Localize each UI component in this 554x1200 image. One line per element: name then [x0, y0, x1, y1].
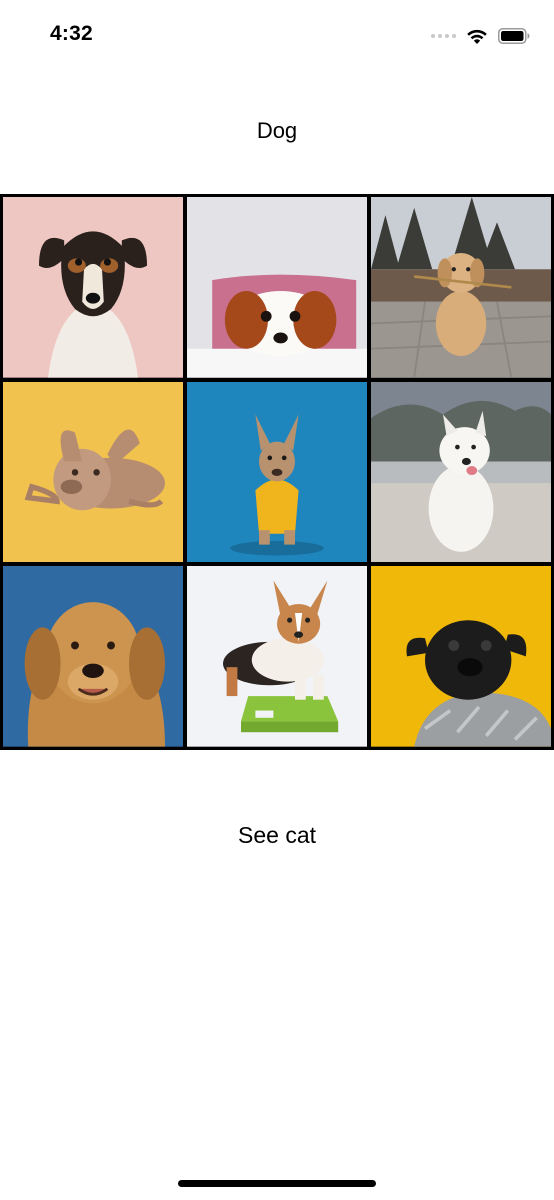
see-cat-button[interactable]: See cat	[0, 822, 554, 849]
dog-photo-2[interactable]	[187, 197, 367, 378]
status-time: 4:32	[50, 22, 93, 45]
dog-photo-2-image	[187, 197, 367, 378]
dog-photo-4[interactable]	[3, 381, 183, 563]
dog-photo-9-image	[371, 566, 551, 747]
status-icons	[431, 24, 530, 48]
dog-photo-6[interactable]	[371, 381, 551, 563]
dog-photo-5-image	[187, 381, 367, 563]
cellular-signal-icon	[431, 34, 456, 38]
dog-photo-3[interactable]	[371, 197, 551, 378]
wifi-icon	[467, 29, 487, 44]
dog-photo-8[interactable]	[187, 566, 367, 747]
dog-photo-1[interactable]	[3, 197, 183, 378]
dog-photo-3-image	[371, 197, 551, 378]
dog-photo-5[interactable]	[187, 381, 367, 563]
status-bar: 4:32	[0, 0, 554, 70]
dog-photo-6-image	[371, 381, 551, 563]
dog-photo-4-image	[3, 381, 183, 563]
dog-photo-7[interactable]	[3, 566, 183, 747]
dog-photo-9[interactable]	[371, 566, 551, 747]
home-indicator[interactable]	[178, 1180, 376, 1187]
dog-photo-7-image	[3, 566, 183, 747]
page-title: Dog	[256, 118, 298, 143]
dog-photo-grid	[0, 194, 554, 750]
dog-photo-1-image	[3, 197, 183, 378]
dog-photo-8-image	[187, 566, 367, 747]
battery-icon	[498, 28, 530, 44]
